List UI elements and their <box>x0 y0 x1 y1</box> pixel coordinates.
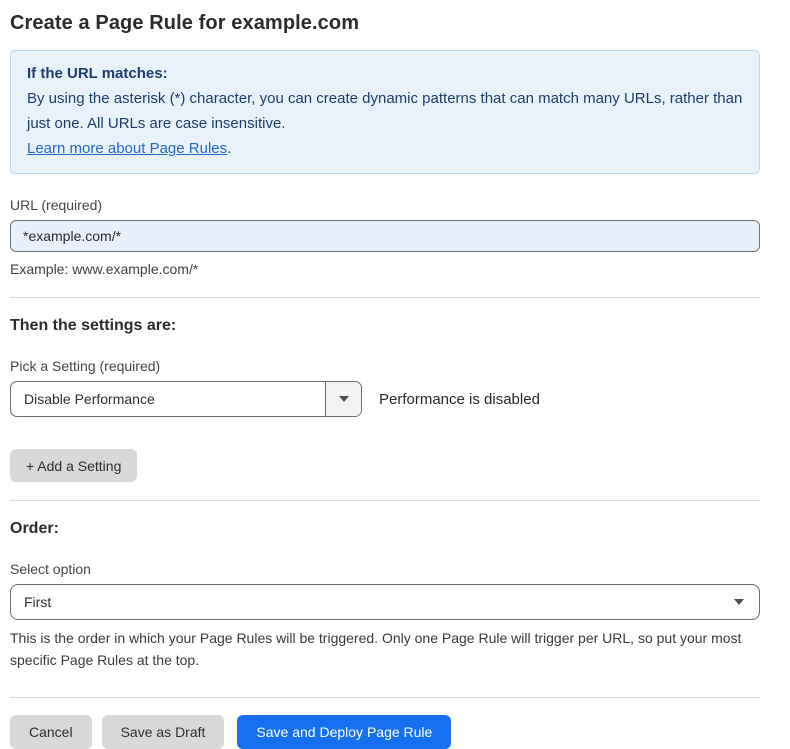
page-rule-form: Create a Page Rule for example.com If th… <box>0 0 790 749</box>
divider-after-settings <box>10 500 760 501</box>
pick-setting-label: Pick a Setting (required) <box>10 358 760 374</box>
order-select-label: Select option <box>10 561 760 577</box>
url-match-info-box: If the URL matches: By using the asteris… <box>10 50 760 174</box>
divider-after-url <box>10 297 760 298</box>
save-draft-button[interactable]: Save as Draft <box>102 715 225 749</box>
learn-more-link[interactable]: Learn more about Page Rules <box>27 140 227 157</box>
chevron-down-icon <box>339 396 349 402</box>
order-select[interactable]: First <box>10 584 760 620</box>
add-setting-button[interactable]: + Add a Setting <box>10 449 137 482</box>
setting-picker-row: Disable Performance Performance is disab… <box>10 381 760 417</box>
order-help-text: This is the order in which your Page Rul… <box>10 627 755 671</box>
setting-select-arrow-section[interactable] <box>325 382 361 416</box>
order-section-heading: Order: <box>10 520 760 538</box>
footer-actions: Cancel Save as Draft Save and Deploy Pag… <box>10 715 760 749</box>
setting-status-text: Performance is disabled <box>379 391 540 408</box>
url-example-text: Example: www.example.com/* <box>10 261 760 277</box>
order-select-value: First <box>11 585 734 619</box>
order-select-arrow <box>734 585 744 619</box>
url-label: URL (required) <box>10 197 760 213</box>
info-box-heading: If the URL matches: <box>27 61 743 86</box>
settings-section-heading: Then the settings are: <box>10 317 760 335</box>
info-box-body: By using the asterisk (*) character, you… <box>27 86 743 136</box>
link-period: . <box>227 140 231 157</box>
order-select-row: First <box>10 584 760 620</box>
url-input[interactable] <box>10 220 760 252</box>
info-box-link-line: Learn more about Page Rules. <box>27 136 743 161</box>
cancel-button[interactable]: Cancel <box>10 715 92 749</box>
divider-before-footer <box>10 697 760 698</box>
setting-select-value: Disable Performance <box>11 382 325 416</box>
save-deploy-button[interactable]: Save and Deploy Page Rule <box>237 715 451 749</box>
chevron-down-icon <box>734 599 744 605</box>
setting-select[interactable]: Disable Performance <box>10 381 362 417</box>
page-title: Create a Page Rule for example.com <box>10 12 760 35</box>
